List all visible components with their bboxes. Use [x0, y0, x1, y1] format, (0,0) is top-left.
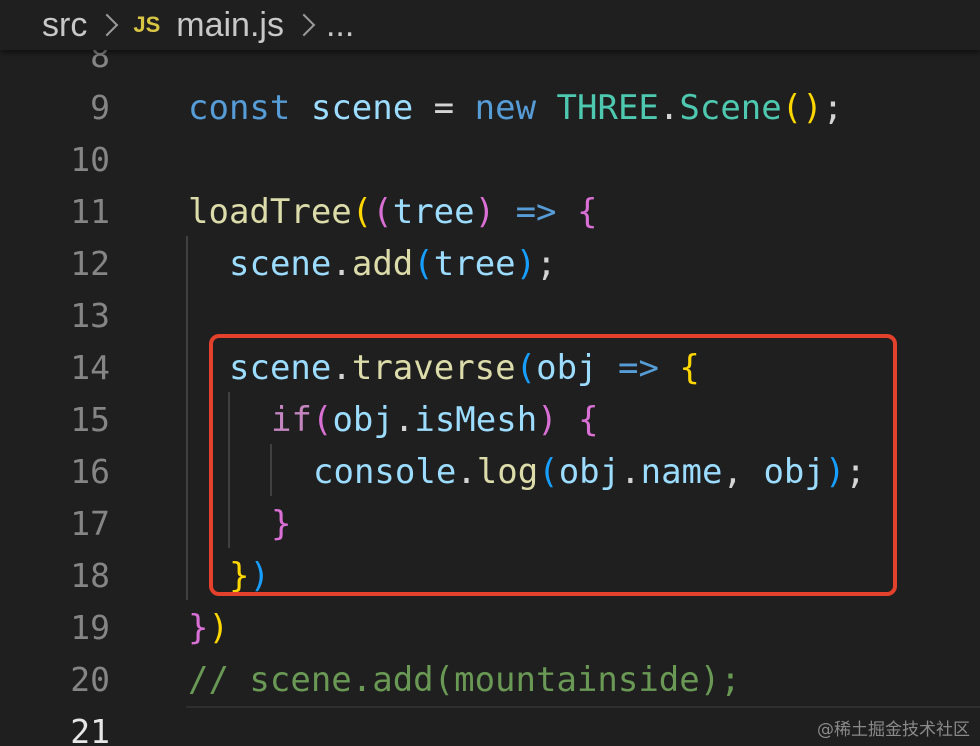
line-number: 10 — [70, 140, 110, 179]
line-number: 14 — [70, 348, 110, 387]
code-editor[interactable]: 8 9 const scene = new THREE.Scene(); 10 … — [0, 50, 980, 746]
breadcrumb-symbol-ellipsis[interactable]: ... — [326, 6, 354, 45]
line-number: 11 — [70, 192, 110, 231]
line-number: 17 — [70, 504, 110, 543]
line-number-active: 21 — [70, 712, 110, 746]
code-line: 19 }) — [0, 602, 980, 654]
code-text: scene.add(tree); — [229, 244, 557, 284]
breadcrumb-folder-src[interactable]: src — [42, 6, 87, 45]
code-comment: // scene.add(mountainside); — [188, 660, 741, 700]
watermark: @稀土掘金技术社区 — [817, 720, 970, 740]
line-number: 18 — [70, 556, 110, 595]
code-line: 11 loadTree((tree) => { — [0, 186, 980, 238]
chevron-right-icon — [292, 13, 316, 37]
javascript-file-icon: JS — [133, 12, 161, 37]
code-line: 8 — [0, 50, 980, 82]
line-number: 20 — [70, 660, 110, 699]
line-number: 16 — [70, 452, 110, 491]
line-number: 13 — [70, 296, 110, 335]
code-text: const scene = new THREE.Scene(); — [188, 88, 844, 128]
code-line: 10 — [0, 134, 980, 186]
code-line: 12 scene.add(tree); — [0, 238, 980, 290]
line-number: 19 — [70, 608, 110, 647]
code-text: }) — [188, 608, 229, 648]
chevron-right-icon — [96, 13, 119, 37]
breadcrumb: src JS main.js ... — [0, 0, 980, 50]
line-number: 8 — [90, 50, 110, 75]
code-line: 9 const scene = new THREE.Scene(); — [0, 82, 980, 134]
code-line: 20 // scene.add(mountainside); — [0, 654, 980, 706]
code-text: loadTree((tree) => { — [188, 192, 598, 232]
highlight-annotation-box — [209, 334, 897, 596]
line-number: 12 — [70, 244, 110, 283]
line-number: 15 — [70, 400, 110, 439]
line-number: 9 — [90, 88, 110, 127]
breadcrumb-file-main-js[interactable]: main.js — [176, 6, 284, 45]
